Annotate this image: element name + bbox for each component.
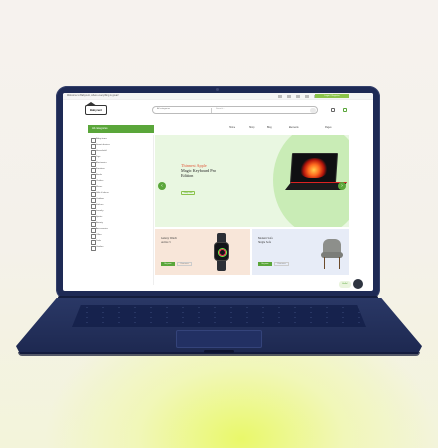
top-bar: Welcome to Babyrent, where everything is… <box>63 93 373 100</box>
fire-graphic <box>299 158 329 178</box>
hero-title: Magic Keyboard Pro Edition <box>181 168 216 179</box>
sidebar-item[interactable]: Electronics <box>90 161 152 167</box>
sidebar-item[interactable]: Outdoor <box>90 197 152 203</box>
search-divider <box>211 108 212 113</box>
nav-blog[interactable]: Blog <box>267 127 272 129</box>
promo-card-watch[interactable]: Galaxy Watch Active 3 Buy now View more <box>155 229 250 275</box>
keyboard <box>72 305 366 327</box>
login-button[interactable]: Login / Register <box>315 94 349 98</box>
sidebar-item[interactable]: Accessories <box>90 227 152 233</box>
nav-home[interactable]: Home <box>229 127 235 129</box>
cart-icon[interactable] <box>343 108 347 112</box>
sidebar-item[interactable]: Shoes <box>90 185 152 191</box>
product-mockup-scene: Welcome to Babyrent, where everything is… <box>0 0 438 448</box>
nav-elements[interactable]: Elements <box>289 127 299 129</box>
trackpad <box>176 330 262 348</box>
buy-now-button[interactable]: Buy now <box>258 262 272 266</box>
promo-title-line: Active 3 <box>161 240 171 244</box>
nav-pages[interactable]: Pages <box>325 127 332 129</box>
sidebar-item[interactable]: Household <box>90 149 152 155</box>
watch-face <box>214 242 229 261</box>
laptop-lip <box>204 350 234 353</box>
sidebar-item[interactable]: Tools <box>90 239 152 245</box>
search-bar[interactable]: All categories Search… <box>152 106 318 114</box>
view-more-link[interactable]: View more <box>177 262 192 266</box>
site-logo[interactable]: Babyrent <box>85 102 107 115</box>
promo-title-line: Single Sofa <box>258 240 271 244</box>
sidebar-item[interactable]: Toys <box>90 155 152 161</box>
laptop-lid: Welcome to Babyrent, where everything is… <box>56 86 380 300</box>
promo-card-sofa[interactable]: Modern Sofa Single Sofa Buy now View mor… <box>252 229 349 275</box>
welcome-text: Welcome to Babyrent, where everything is… <box>67 94 119 97</box>
sidebar-item[interactable]: Jewelry <box>90 209 152 215</box>
sidebar-item[interactable]: Office <box>90 233 152 239</box>
promo-title: Modern Sofa Single Sofa <box>258 237 273 244</box>
account-icon[interactable] <box>331 108 335 112</box>
chair-leg <box>339 257 341 269</box>
category-sidebar: Baby items Smart devices Household Toys … <box>88 135 154 285</box>
view-more-link[interactable]: View more <box>274 262 289 266</box>
all-categories-button[interactable]: All categories <box>88 125 154 133</box>
laptop-image-lid <box>289 153 339 183</box>
laptop-screen: Welcome to Babyrent, where everything is… <box>63 93 373 291</box>
category-select[interactable]: All categories <box>157 108 170 110</box>
hero-banner: Thinnest Apple Magic Keyboard Pro Editio… <box>155 135 349 227</box>
sidebar-item[interactable]: Smart devices <box>90 143 152 149</box>
sidebar-item[interactable]: Books <box>90 173 152 179</box>
next-slide-icon[interactable]: › <box>338 182 346 190</box>
chair-leg <box>324 257 326 269</box>
sidebar-item[interactable]: Sports <box>90 215 152 221</box>
chat-bubble[interactable]: Hello! <box>339 281 351 288</box>
hero-title-line: Edition <box>181 172 194 178</box>
search-input[interactable]: Search… <box>216 108 225 110</box>
sidebar-item[interactable]: Clothes <box>90 179 152 185</box>
chatbot-icon[interactable] <box>353 279 363 289</box>
sidebar-item[interactable]: Beauty <box>90 221 152 227</box>
sidebar-item[interactable]: Baby items <box>90 137 152 143</box>
sidebar-item[interactable]: Furniture <box>90 167 152 173</box>
nav-shop[interactable]: Shop <box>249 127 254 129</box>
search-icon[interactable] <box>310 108 316 113</box>
webcam-icon <box>216 88 219 91</box>
buy-now-button[interactable]: Buy now <box>161 262 175 266</box>
promo-title: Galaxy Watch Active 3 <box>161 237 177 244</box>
sidebar-item[interactable]: Gifts & decor <box>90 191 152 197</box>
sidebar-item[interactable]: Kitchen <box>90 203 152 209</box>
activity-ring-icon <box>219 249 226 256</box>
topbar-links[interactable] <box>278 95 318 98</box>
hero-shop-button[interactable]: Shop now <box>181 191 195 195</box>
smartwatch-image <box>213 233 230 271</box>
sidebar-item[interactable]: Garden <box>90 245 152 251</box>
armchair-image <box>319 235 345 271</box>
prev-slide-icon[interactable]: ‹ <box>158 182 166 190</box>
